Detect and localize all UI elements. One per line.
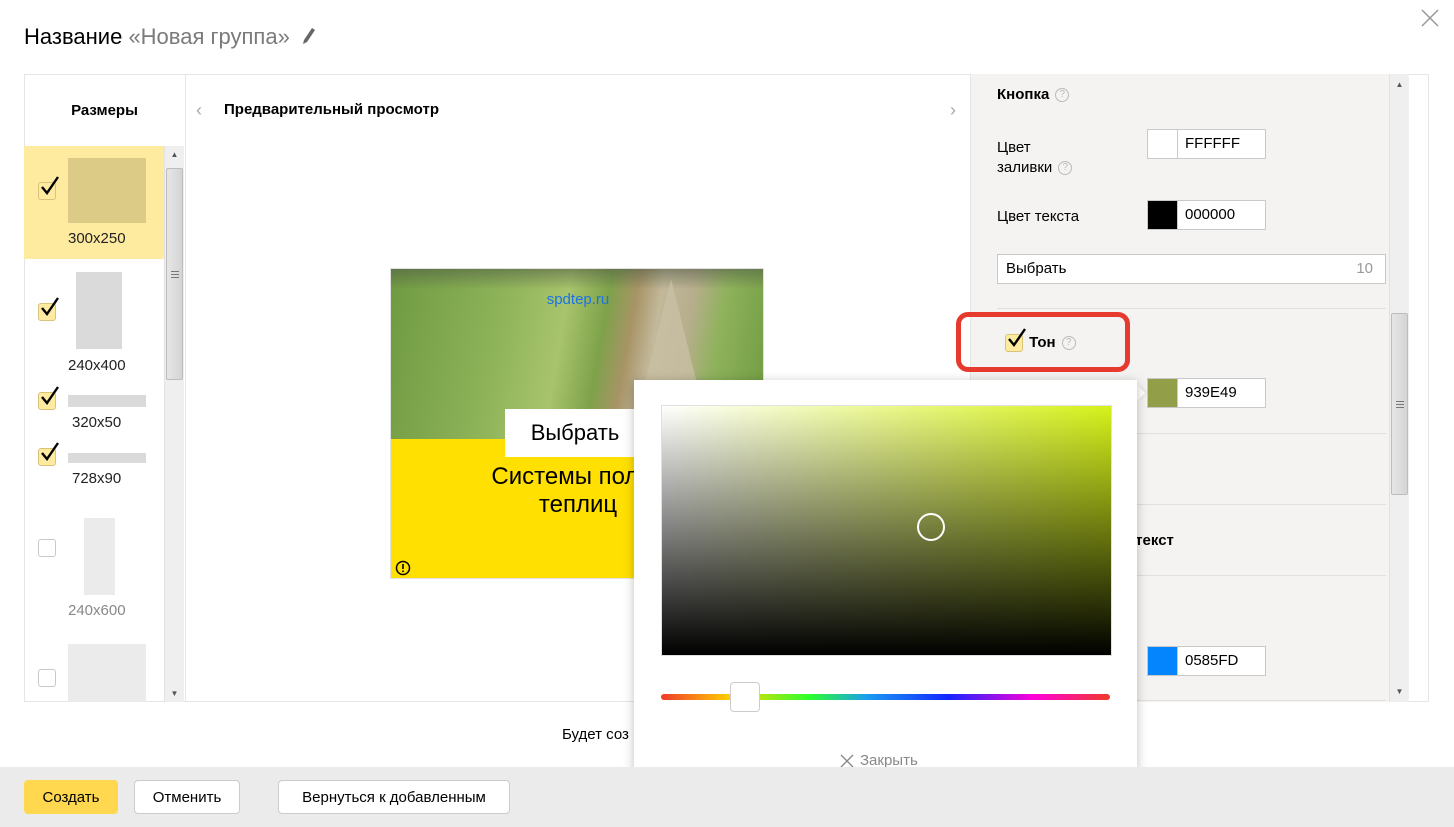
help-icon[interactable]: ? bbox=[1058, 161, 1073, 176]
pencil-icon[interactable] bbox=[302, 25, 316, 51]
text-color-field[interactable]: 000000 bbox=[1147, 200, 1266, 230]
tone-highlight-annotation bbox=[956, 312, 1130, 372]
create-button[interactable]: Создать bbox=[24, 780, 118, 814]
link-color-value[interactable]: 0585FD bbox=[1178, 647, 1238, 675]
size-checkbox[interactable] bbox=[38, 386, 59, 410]
size-checkbox[interactable] bbox=[38, 539, 56, 557]
scroll-down-icon[interactable]: ▼ bbox=[1390, 687, 1409, 696]
tone-color-field[interactable]: 939E49 bbox=[1147, 378, 1266, 408]
tone-color-swatch[interactable] bbox=[1148, 379, 1178, 407]
divider bbox=[997, 308, 1386, 309]
hue-slider-handle[interactable] bbox=[730, 682, 760, 712]
size-item-partial[interactable] bbox=[24, 630, 164, 702]
back-to-added-button[interactable]: Вернуться к добавленным bbox=[278, 780, 510, 814]
size-thumbnail bbox=[68, 453, 146, 463]
size-thumbnail bbox=[76, 272, 122, 349]
scrollbar-thumb[interactable] bbox=[1391, 313, 1408, 495]
sizes-list: 300x250 240x400 320x50 728x90 240x600 bbox=[24, 146, 185, 702]
sizes-heading: Размеры bbox=[71, 101, 138, 119]
link-color-field[interactable]: 0585FD bbox=[1147, 646, 1266, 676]
checkmark-icon bbox=[41, 386, 59, 405]
scroll-down-icon[interactable]: ▼ bbox=[165, 689, 184, 698]
close-icon[interactable] bbox=[1416, 4, 1444, 32]
status-text: Будет соз bbox=[562, 726, 629, 743]
size-thumbnail bbox=[68, 158, 146, 223]
checkmark-icon bbox=[41, 297, 59, 316]
close-icon bbox=[840, 754, 854, 767]
scroll-up-icon[interactable]: ▲ bbox=[1390, 80, 1409, 89]
fill-label-line: Цвет bbox=[997, 139, 1031, 156]
sizes-scrollbar[interactable]: ▲ ▼ bbox=[164, 146, 184, 702]
color-picker-popup: Закрыть bbox=[634, 380, 1137, 804]
fill-label-line: заливки bbox=[997, 159, 1053, 176]
link-color-swatch[interactable] bbox=[1148, 647, 1178, 675]
size-checkbox[interactable] bbox=[38, 442, 59, 466]
char-counter: 10 bbox=[1356, 260, 1373, 277]
text-color-label: Цвет текста bbox=[997, 208, 1080, 225]
size-thumbnail bbox=[84, 518, 115, 595]
fill-color-value[interactable]: FFFFFF bbox=[1178, 130, 1240, 158]
checkmark-icon bbox=[41, 442, 59, 461]
fill-color-label: Цвет заливки? bbox=[997, 138, 1073, 178]
sizes-panel: Размеры 300x250 240x400 320x50 728x90 24… bbox=[24, 74, 186, 702]
color-cursor[interactable] bbox=[917, 513, 945, 541]
ad-domain: spdtep.ru bbox=[546, 291, 610, 308]
size-checkbox[interactable] bbox=[38, 176, 59, 200]
size-thumbnail bbox=[68, 395, 146, 407]
button-text-value: Выбрать bbox=[1006, 260, 1067, 277]
fill-color-swatch[interactable] bbox=[1148, 130, 1178, 158]
hue-slider[interactable] bbox=[661, 694, 1110, 700]
size-checkbox[interactable] bbox=[38, 297, 59, 321]
fill-color-field[interactable]: FFFFFF bbox=[1147, 129, 1266, 159]
footer-bar: Создать Отменить Вернуться к добавленным bbox=[0, 767, 1454, 827]
cancel-button[interactable]: Отменить bbox=[134, 780, 240, 814]
help-icon[interactable]: ? bbox=[1055, 88, 1070, 103]
size-item-240x400[interactable]: 240x400 bbox=[24, 259, 164, 384]
size-item-300x250[interactable]: 300x250 bbox=[24, 146, 164, 259]
settings-scrollbar[interactable]: ▲ ▼ bbox=[1389, 74, 1409, 702]
scroll-up-icon[interactable]: ▲ bbox=[165, 150, 184, 159]
size-checkbox[interactable] bbox=[38, 669, 56, 687]
text-color-value[interactable]: 000000 bbox=[1178, 201, 1235, 229]
group-name[interactable]: «Новая группа» bbox=[128, 24, 289, 49]
button-section-heading: Кнопка? bbox=[997, 86, 1070, 103]
size-item-240x600[interactable]: 240x600 bbox=[24, 510, 164, 630]
button-text-input[interactable]: Выбрать 10 bbox=[997, 254, 1386, 284]
tone-color-value[interactable]: 939E49 bbox=[1178, 379, 1237, 407]
size-thumbnail bbox=[68, 644, 146, 702]
scrollbar-thumb[interactable] bbox=[166, 168, 183, 380]
text-color-swatch[interactable] bbox=[1148, 201, 1178, 229]
chevron-right-icon[interactable]: › bbox=[950, 100, 956, 121]
chevron-left-icon[interactable]: ‹ bbox=[196, 100, 202, 121]
preview-heading: Предварительный просмотр bbox=[224, 101, 439, 118]
size-item-320x50[interactable]: 320x50 bbox=[24, 384, 164, 440]
exclamation-icon bbox=[395, 560, 411, 576]
page-title: Название «Новая группа» bbox=[24, 24, 316, 51]
title-label: Название bbox=[24, 24, 123, 49]
size-item-728x90[interactable]: 728x90 bbox=[24, 440, 164, 510]
saturation-value-area[interactable] bbox=[661, 405, 1112, 656]
ad-button: Выбрать bbox=[505, 409, 645, 457]
button-heading-text: Кнопка bbox=[997, 86, 1050, 103]
checkmark-icon bbox=[41, 176, 59, 195]
